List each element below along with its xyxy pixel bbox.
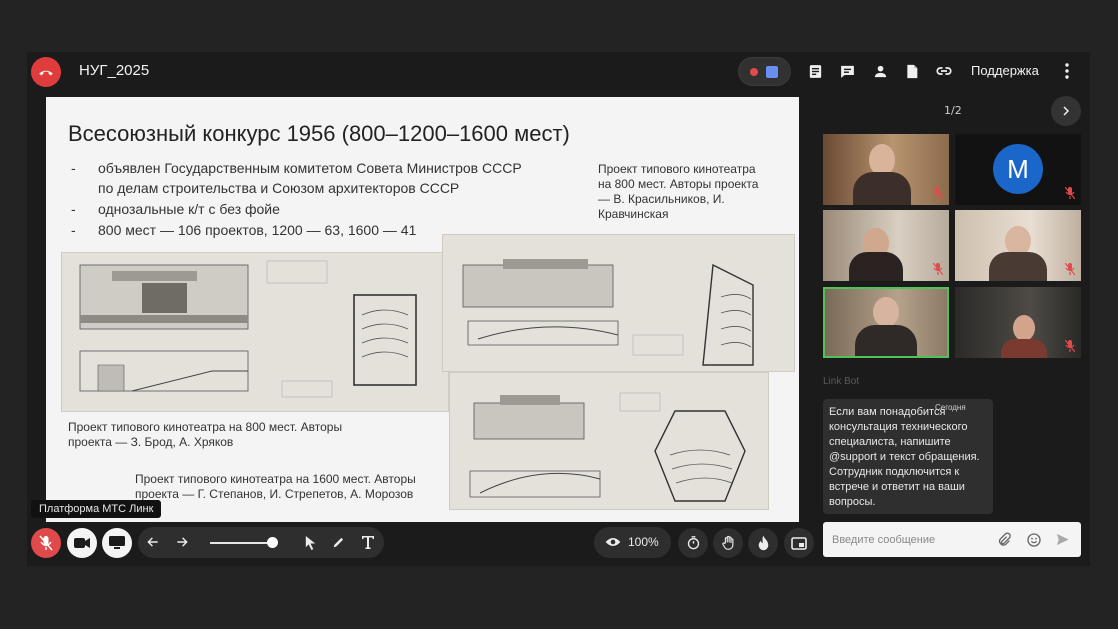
slider-handle[interactable] (267, 537, 279, 548)
link-button[interactable] (934, 61, 954, 81)
pen-tool-button[interactable] (329, 532, 349, 552)
phone-hangup-icon (39, 70, 53, 76)
architectural-drawing-800-left (61, 252, 449, 412)
pointer-tool-button[interactable] (300, 532, 320, 552)
meeting-title: НУГ_2025 (79, 62, 150, 79)
avatar: M (993, 144, 1043, 194)
person-face-shape (1013, 315, 1035, 341)
text-tool-button[interactable] (358, 532, 378, 552)
reactions-button[interactable] (748, 528, 778, 558)
caption-left: Проект типового кинотеатра на 800 мест. … (68, 420, 343, 449)
caption-right-top: Проект типового кинотеатра на 800 мест. … (598, 162, 759, 221)
page-indicator: 1/2 (944, 104, 962, 117)
arrow-left-icon (147, 537, 158, 547)
chat-message-text: Если вам понадобится консультация технич… (829, 406, 980, 508)
mic-off-icon (933, 263, 943, 275)
send-button[interactable] (1054, 531, 1071, 548)
chat-message: Если вам понадобится консультация технич… (823, 399, 993, 514)
person-face-shape (873, 297, 899, 327)
hand-icon (721, 535, 733, 550)
message-input-bar (823, 522, 1081, 557)
chat-button[interactable] (837, 61, 857, 81)
support-button[interactable]: Поддержка (971, 63, 1039, 78)
eye-icon (605, 538, 621, 546)
chat-sender-name: Link Bot (823, 376, 860, 387)
video-tile[interactable] (955, 287, 1081, 358)
platform-tooltip: Платформа МТС Линк (31, 500, 162, 518)
link-icon (936, 67, 952, 75)
chevron-right-icon (1063, 106, 1070, 116)
audio-bars-icon (766, 66, 778, 78)
zoom-level: 100% (628, 535, 659, 549)
chat-icon (840, 65, 854, 78)
files-button[interactable] (902, 61, 922, 81)
more-menu-button[interactable] (1057, 61, 1077, 81)
screen-share-button[interactable] (102, 528, 132, 558)
mic-off-icon (1065, 263, 1075, 275)
timer-button[interactable] (678, 528, 708, 558)
next-slide-button[interactable] (172, 532, 192, 552)
caption-bottom: Проект типового кинотеатра на 1600 мест.… (135, 472, 416, 501)
video-tile-active-speaker[interactable] (823, 287, 949, 358)
next-page-button[interactable] (1051, 96, 1081, 126)
video-tile[interactable] (823, 210, 949, 281)
slide-progress-slider[interactable] (210, 542, 276, 544)
video-tile[interactable] (955, 210, 1081, 281)
flame-icon (758, 535, 768, 551)
view-counter[interactable]: 100% (594, 527, 671, 558)
document-icon (907, 64, 918, 78)
architectural-drawing-1600 (449, 372, 769, 510)
mic-off-icon (1065, 187, 1075, 199)
send-icon (1056, 533, 1069, 546)
presentation-controls (138, 527, 384, 558)
paperclip-icon (998, 532, 1011, 546)
attach-button[interactable] (995, 531, 1012, 548)
participants-button[interactable] (870, 61, 890, 81)
board-button[interactable] (805, 61, 825, 81)
mic-off-icon (39, 535, 53, 551)
date-separator: Сегодня (935, 403, 966, 412)
layout-toggle-button[interactable] (784, 528, 814, 558)
picture-in-picture-icon (791, 536, 807, 550)
meeting-window: НУГ_2025 Поддержка Всесоюзный конкурс 19… (27, 52, 1090, 566)
cursor-icon (305, 535, 315, 550)
presentation-slide: Всесоюзный конкурс 1956 (800–1200–1600 м… (46, 97, 799, 522)
emoji-button[interactable] (1025, 531, 1042, 548)
monitor-icon (109, 536, 125, 549)
mic-toggle-button[interactable] (31, 528, 61, 558)
hangup-button[interactable] (31, 57, 61, 87)
top-bar: НУГ_2025 Поддержка (27, 52, 1090, 92)
more-vertical-icon (1065, 63, 1069, 79)
mic-off-icon (933, 187, 943, 199)
video-tile[interactable]: M (955, 134, 1081, 205)
arrow-right-icon (177, 537, 188, 547)
video-camera-icon (74, 538, 90, 548)
text-tool-icon (362, 535, 374, 549)
message-input[interactable] (823, 522, 983, 557)
camera-toggle-button[interactable] (67, 528, 97, 558)
pencil-icon (333, 537, 344, 548)
smiley-icon (1026, 532, 1041, 547)
prev-slide-button[interactable] (143, 532, 163, 552)
video-tile[interactable] (823, 134, 949, 205)
stopwatch-icon (687, 536, 699, 550)
person-icon (874, 65, 886, 77)
record-dot-icon (750, 68, 758, 76)
architectural-drawing-800-right (442, 234, 795, 372)
recording-indicator[interactable] (738, 57, 791, 86)
slide-title: Всесоюзный конкурс 1956 (800–1200–1600 м… (68, 121, 570, 146)
mic-off-icon (1065, 340, 1075, 352)
raise-hand-button[interactable] (713, 528, 743, 558)
clipboard-icon (809, 64, 821, 78)
